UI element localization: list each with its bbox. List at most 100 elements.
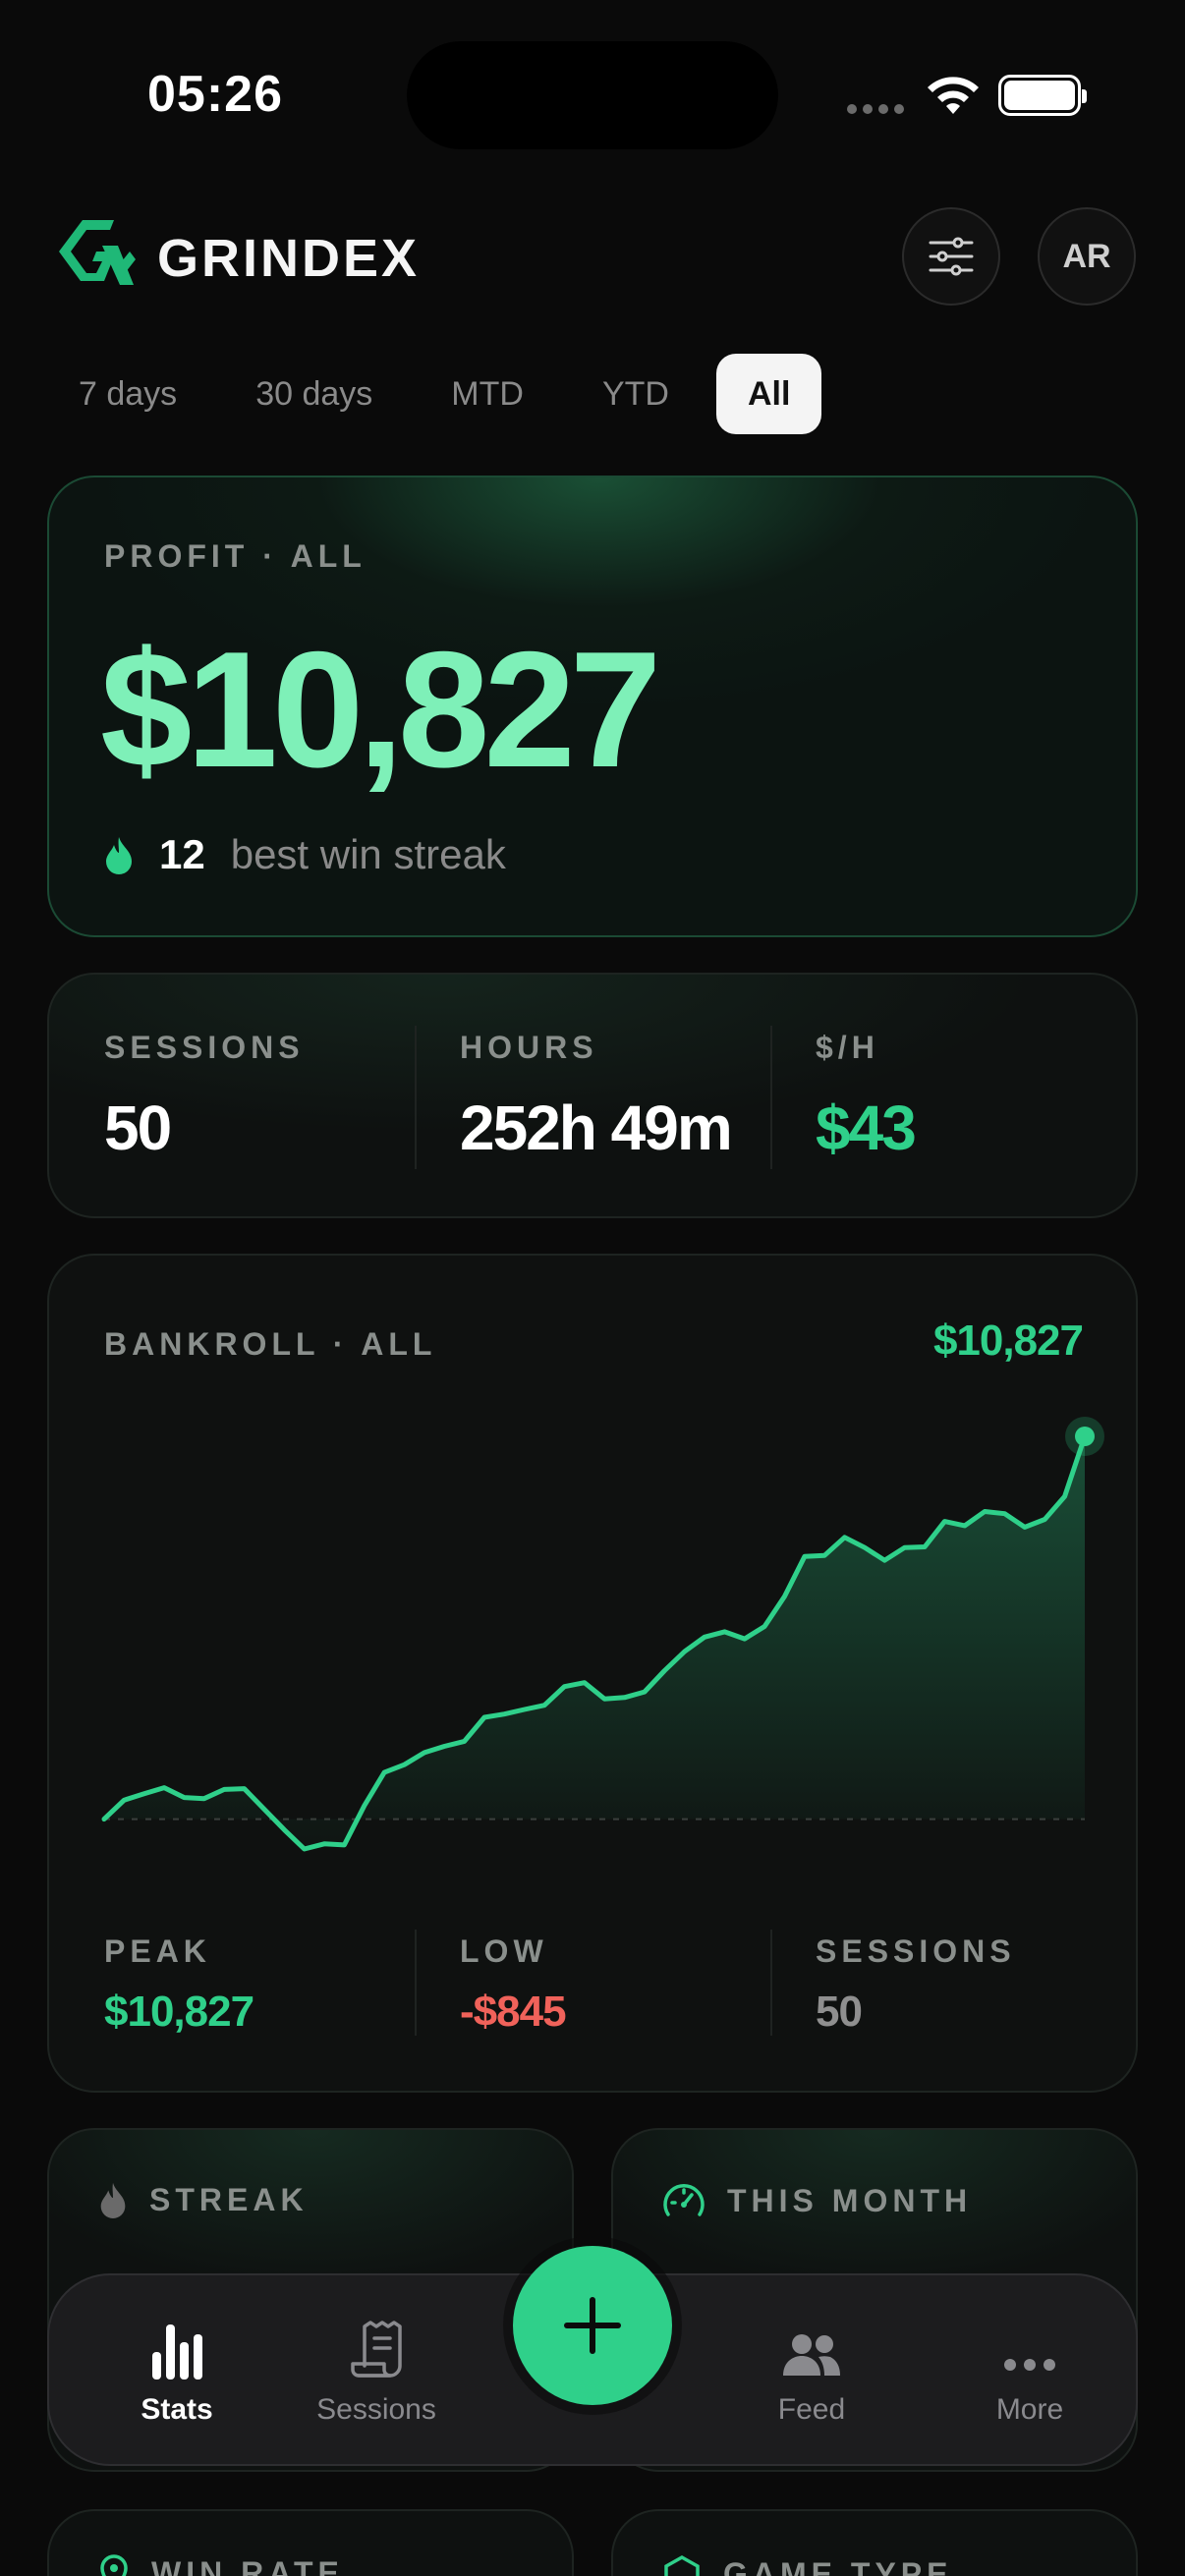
profit-label: PROFIT · ALL (104, 538, 367, 574)
bankroll-sessions-label: SESSIONS (816, 1933, 1016, 1969)
profit-card[interactable]: PROFIT · ALL $10,827 12 best win streak (47, 476, 1138, 937)
flame-icon (106, 837, 132, 874)
win-rate-card-header: WIN RATE (98, 2554, 344, 2576)
brand-name: GRINDEX (157, 229, 421, 288)
divider (770, 1930, 772, 2036)
filter-button[interactable] (902, 207, 1000, 306)
speedometer-icon (663, 2184, 705, 2216)
bankroll-point (699, 1631, 710, 1643)
more-icon (1004, 2359, 1055, 2371)
peak-stat: PEAK $10,827 (104, 1933, 254, 2037)
bankroll-point (1039, 1513, 1050, 1525)
battery-icon (998, 75, 1087, 116)
best-streak-row: 12 best win streak (104, 831, 506, 878)
profit-value: $10,827 (100, 617, 661, 802)
sessions-value: 50 (104, 1092, 172, 1163)
divider (415, 1026, 417, 1169)
tab-all[interactable]: All (715, 354, 822, 434)
bankroll-point (139, 1788, 150, 1800)
nav-more-label: More (995, 2393, 1064, 2426)
bankroll-point (399, 1759, 411, 1770)
game-type-card-label: GAME TYPE (723, 2555, 953, 2576)
bankroll-point (999, 1508, 1011, 1520)
bankroll-point (799, 1550, 811, 1562)
bankroll-point (658, 1664, 670, 1676)
bankroll-chart[interactable] (49, 1256, 1138, 1904)
bankroll-point (639, 1686, 650, 1698)
hourly-rate-stat: $/H $43 (816, 1030, 917, 1164)
tab-30-days[interactable]: 30 days (224, 354, 404, 434)
bankroll-point (878, 1554, 890, 1566)
bankroll-point (778, 1591, 790, 1602)
best-streak-text: best win streak (230, 831, 506, 877)
bankroll-point (318, 1838, 330, 1850)
bankroll-point (459, 1735, 471, 1747)
bankroll-point (538, 1700, 550, 1711)
bankroll-area (104, 1436, 1085, 1849)
bankroll-point (438, 1740, 450, 1752)
nav-stats[interactable]: Stats (88, 2315, 265, 2427)
bankroll-point (558, 1681, 570, 1693)
bankroll-point (299, 1843, 310, 1855)
bankroll-point (118, 1794, 130, 1806)
bankroll-point (239, 1783, 251, 1795)
hourly-rate-label: $/H (816, 1030, 879, 1065)
bankroll-point (498, 1708, 510, 1720)
add-session-button[interactable] (513, 2246, 672, 2405)
bankroll-point (739, 1633, 751, 1645)
bankroll-point (479, 1711, 490, 1723)
nav-feed-label: Feed (777, 2393, 846, 2426)
divider (415, 1930, 417, 2036)
bankroll-point (859, 1541, 871, 1553)
bankroll-point (378, 1766, 390, 1778)
bankroll-point (839, 1532, 851, 1543)
dynamic-island (407, 41, 778, 149)
nav-sessions[interactable]: Sessions (288, 2315, 465, 2427)
bankroll-point (759, 1620, 770, 1632)
game-type-card-header: GAME TYPE (662, 2554, 952, 2576)
avatar[interactable]: AR (1038, 207, 1136, 306)
bankroll-point (818, 1549, 830, 1561)
game-type-card[interactable]: GAME TYPE (611, 2509, 1138, 2576)
bankroll-point (359, 1800, 370, 1812)
this-month-card-label: THIS MONTH (727, 2182, 973, 2218)
peak-value: $10,827 (104, 1988, 254, 2036)
bankroll-point (178, 1792, 190, 1804)
win-rate-card-label: WIN RATE (151, 2554, 344, 2576)
grindex-logo-icon (59, 220, 136, 285)
plus-icon (564, 2297, 621, 2354)
nav-stats-label: Stats (141, 2393, 213, 2426)
tab-7-days[interactable]: 7 days (47, 354, 208, 434)
bankroll-point (218, 1783, 230, 1795)
divider (770, 1026, 772, 1169)
bankroll-point (98, 1814, 110, 1825)
peak-label: PEAK (104, 1933, 211, 1969)
hours-stat: HOURS 252h 49m (460, 1030, 733, 1164)
low-value: -$845 (460, 1988, 567, 2036)
low-stat: LOW -$845 (460, 1933, 567, 2037)
tab-ytd[interactable]: YTD (571, 354, 701, 434)
bankroll-point (919, 1541, 931, 1553)
bankroll-point (1059, 1490, 1071, 1502)
bankroll-point (158, 1782, 170, 1794)
bankroll-point (258, 1804, 270, 1816)
bankroll-card[interactable]: BANKROLL · ALL $10,827 PEAK $10,827 LOW … (47, 1254, 1138, 2093)
target-icon (100, 2554, 128, 2576)
people-icon (783, 2334, 840, 2376)
hourly-rate-value: $43 (816, 1092, 917, 1163)
flame-icon (100, 2182, 126, 2218)
bankroll-point (1019, 1521, 1031, 1533)
nav-more[interactable]: More (941, 2315, 1118, 2427)
bankroll-point (619, 1692, 631, 1704)
sliders-icon (929, 237, 974, 276)
bankroll-point (278, 1823, 290, 1835)
bankroll-point (899, 1541, 911, 1553)
nav-feed[interactable]: Feed (723, 2315, 900, 2427)
tab-mtd[interactable]: MTD (420, 354, 555, 434)
bankroll-sessions-value: 50 (816, 1988, 863, 2036)
streak-card-label: STREAK (149, 2181, 309, 2217)
bar-chart-icon (152, 2324, 202, 2380)
best-streak-count: 12 (159, 831, 205, 877)
win-rate-card[interactable]: WIN RATE (47, 2509, 574, 2576)
hours-label: HOURS (460, 1030, 598, 1065)
